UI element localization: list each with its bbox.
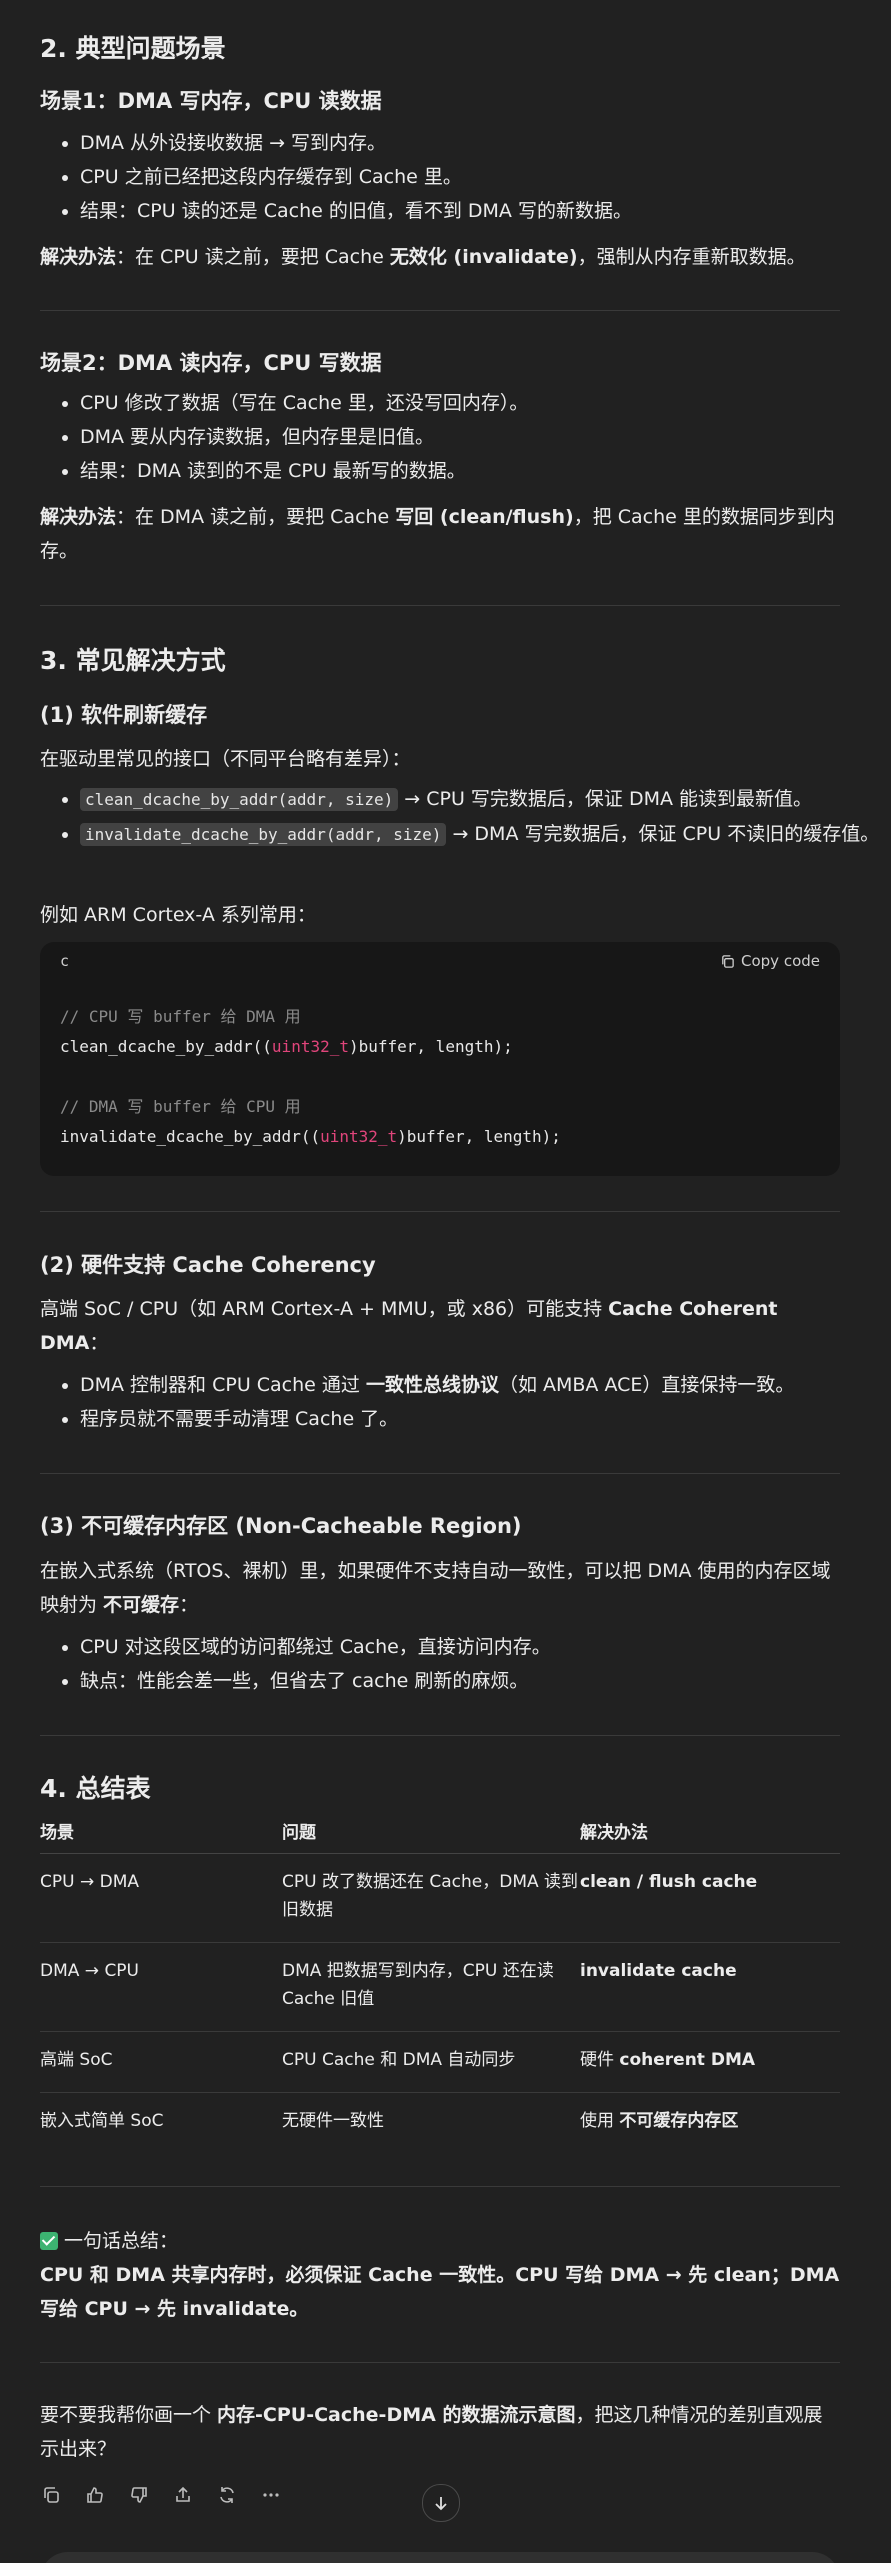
- scenario-2-list: CPU 修改了数据（写在 Cache 里，还没写回内存）。 DMA 要从内存读数…: [40, 386, 880, 488]
- table-cell: 嵌入式简单 SoC: [40, 2111, 164, 2131]
- list-item: 缺点：性能会差一些，但省去了 cache 刷新的麻烦。: [80, 1664, 880, 1698]
- list-item: 结果：CPU 读的还是 Cache 的旧值，看不到 DMA 写的新数据。: [80, 194, 880, 228]
- inline-code: clean_dcache_by_addr(addr, size): [80, 788, 399, 811]
- method-3-title: (3) 不可缓存内存区 (Non-Cacheable Region): [40, 1514, 522, 1538]
- table-cell: 无硬件一致性: [282, 2111, 384, 2131]
- table-cell: 高端 SoC: [40, 2031, 282, 2093]
- scenario-1-title: 场景1：DMA 写内存，CPU 读数据: [40, 89, 382, 113]
- divider: [40, 1211, 840, 1212]
- inline-code: invalidate_dcache_by_addr(addr, size): [80, 823, 447, 846]
- summary-label: 一句话总结：: [40, 2224, 840, 2258]
- chat-page: 2. 典型问题场景 场景1：DMA 写内存，CPU 读数据 DMA 从外设接收数…: [0, 0, 891, 2563]
- followup-question: 要不要我帮你画一个 内存-CPU-Cache-DMA 的数据流示意图，把这几种情…: [40, 2404, 823, 2460]
- table-header: 解决办法: [580, 1818, 840, 1854]
- method-1-example: 例如 ARM Cortex-A 系列常用：: [40, 904, 316, 926]
- arrow-down-icon: [435, 2497, 447, 2511]
- thumbs-down-icon[interactable]: [128, 2484, 150, 2506]
- share-icon[interactable]: [172, 2484, 194, 2506]
- table-header: 场景: [40, 1818, 282, 1854]
- regenerate-icon[interactable]: [216, 2484, 238, 2506]
- method-1-title: (1) 软件刷新缓存: [40, 703, 208, 727]
- list-item: DMA 控制器和 CPU Cache 通过 一致性总线协议（如 AMBA ACE…: [80, 1368, 880, 1402]
- list-item: CPU 之前已经把这段内存缓存到 Cache 里。: [80, 160, 880, 194]
- scenario-1-list: DMA 从外设接收数据 → 写到内存。 CPU 之前已经把这段内存缓存到 Cac…: [40, 126, 880, 228]
- table-cell: 使用 不可缓存内存区: [580, 2111, 739, 2131]
- table-header: 问题: [282, 1818, 580, 1854]
- copy-icon[interactable]: [40, 2484, 62, 2506]
- section-3-title: 3. 常见解决方式: [40, 646, 226, 675]
- message-input-bar[interactable]: [40, 2552, 840, 2563]
- list-item: invalidate_dcache_by_addr(addr, size) → …: [80, 817, 880, 852]
- table-cell: DMA → CPU: [40, 1942, 282, 2032]
- scenario-1-solution: 解决办法：在 CPU 读之前，要把 Cache 无效化 (invalidate)…: [40, 246, 806, 268]
- table-row: 嵌入式简单 SoC 无硬件一致性 使用 不可缓存内存区: [40, 2093, 840, 2154]
- table-cell: invalidate cache: [580, 1942, 840, 2032]
- table-row: 高端 SoC CPU Cache 和 DMA 自动同步 硬件 coherent …: [40, 2031, 840, 2093]
- thumbs-up-icon[interactable]: [84, 2484, 106, 2506]
- divider: [40, 1473, 840, 1474]
- divider: [40, 605, 840, 606]
- summary-table-wrapper: 场景 问题 解决办法 CPU → DMA CPU 改了数据还在 Cache，DM…: [40, 1818, 840, 2153]
- list-item: DMA 从外设接收数据 → 写到内存。: [80, 126, 880, 160]
- scroll-to-bottom-button[interactable]: [422, 2484, 460, 2522]
- list-item: DMA 要从内存读数据，但内存里是旧值。: [80, 420, 880, 454]
- copy-icon: [722, 954, 734, 968]
- code-content: // CPU 写 buffer 给 DMA 用 clean_dcache_by_…: [60, 1007, 561, 1146]
- table-row: DMA → CPU DMA 把数据写到内存，CPU 还在读 Cache 旧值 i…: [40, 1942, 840, 2032]
- method-2-list: DMA 控制器和 CPU Cache 通过 一致性总线协议（如 AMBA ACE…: [40, 1368, 880, 1436]
- method-2-title: (2) 硬件支持 Cache Coherency: [40, 1253, 376, 1277]
- list-item: 程序员就不需要手动清理 Cache 了。: [80, 1402, 880, 1436]
- summary-table: 场景 问题 解决办法 CPU → DMA CPU 改了数据还在 Cache，DM…: [40, 1818, 840, 2153]
- method-1-list: clean_dcache_by_addr(addr, size) → CPU 写…: [40, 782, 880, 852]
- divider: [40, 1735, 840, 1736]
- list-item: CPU 修改了数据（写在 Cache 里，还没写回内存）。: [80, 386, 880, 420]
- more-icon[interactable]: [260, 2484, 282, 2506]
- list-item: 结果：DMA 读到的不是 CPU 最新写的数据。: [80, 454, 880, 488]
- divider: [40, 2186, 840, 2187]
- divider: [40, 310, 840, 311]
- method-3-intro: 在嵌入式系统（RTOS、裸机）里，如果硬件不支持自动一致性，可以把 DMA 使用…: [40, 1560, 831, 1616]
- section-2-title: 2. 典型问题场景: [40, 34, 226, 63]
- method-2-intro: 高端 SoC / CPU（如 ARM Cortex-A + MMU，或 x86）…: [40, 1298, 778, 1354]
- copy-code-button[interactable]: Copy code: [720, 952, 820, 970]
- check-icon: [40, 2232, 58, 2250]
- table-cell: CPU Cache 和 DMA 自动同步: [282, 2031, 580, 2093]
- summary-text: CPU 和 DMA 共享内存时，必须保证 Cache 一致性。CPU 写给 DM…: [40, 2264, 840, 2320]
- table-header-row: 场景 问题 解决办法: [40, 1818, 840, 1854]
- method-1-intro: 在驱动里常见的接口（不同平台略有差异）：: [40, 748, 411, 770]
- message-actions: [40, 2484, 282, 2506]
- method-3-list: CPU 对这段区域的访问都绕过 Cache，直接访问内存。 缺点：性能会差一些，…: [40, 1630, 880, 1698]
- code-language: c: [60, 952, 70, 970]
- table-cell: CPU → DMA: [40, 1853, 282, 1943]
- list-item: clean_dcache_by_addr(addr, size) → CPU 写…: [80, 782, 880, 817]
- table-cell: CPU 改了数据还在 Cache，DMA 读到旧数据: [282, 1853, 580, 1943]
- list-item: CPU 对这段区域的访问都绕过 Cache，直接访问内存。: [80, 1630, 880, 1664]
- code-block: c Copy code // CPU 写 buffer 给 DMA 用 clea…: [40, 942, 840, 1176]
- divider: [40, 2362, 840, 2363]
- table-cell: 硬件 coherent DMA: [580, 2031, 840, 2093]
- section-4-title: 4. 总结表: [40, 1774, 151, 1803]
- table-row: CPU → DMA CPU 改了数据还在 Cache，DMA 读到旧数据 cle…: [40, 1853, 840, 1943]
- scenario-2-solution: 解决办法：在 DMA 读之前，要把 Cache 写回 (clean/flush)…: [40, 506, 835, 562]
- scenario-2-title: 场景2：DMA 读内存，CPU 写数据: [40, 351, 382, 375]
- table-cell: clean / flush cache: [580, 1853, 840, 1943]
- table-cell: DMA 把数据写到内存，CPU 还在读 Cache 旧值: [282, 1942, 580, 2032]
- copy-code-label: Copy code: [741, 952, 820, 970]
